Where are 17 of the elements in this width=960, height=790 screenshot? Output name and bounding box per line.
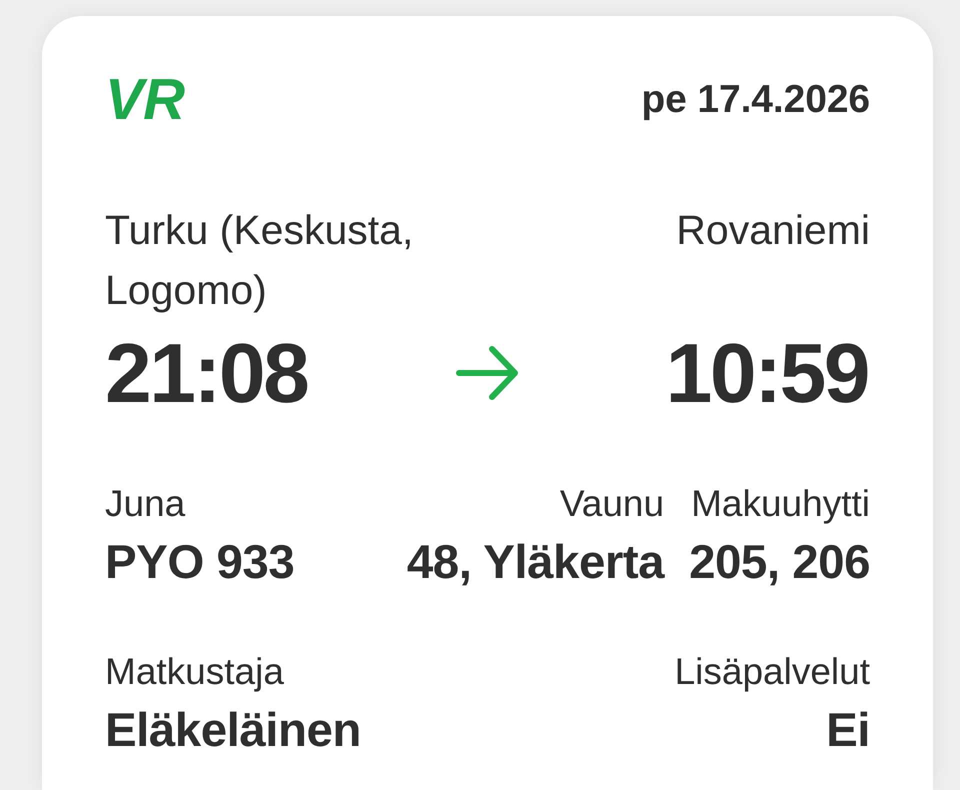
detail-label: Lisäpalvelut (674, 652, 870, 692)
detail-label: Juna (105, 484, 186, 524)
arrival-time: 10:59 (666, 328, 869, 418)
logo: VR (105, 76, 186, 124)
detail-label: Vaunu (560, 484, 664, 524)
detail-value: Eläkeläinen (105, 704, 361, 758)
detail-value: 205, 206 (689, 536, 870, 590)
arrival-station: Rovaniemi (676, 206, 870, 255)
detail-value: PYO 933 (105, 536, 294, 590)
detail-label: Matkustaja (105, 652, 284, 692)
arrow-icon (456, 344, 520, 402)
departure-station: Turku (Keskusta, Logomo) (105, 206, 414, 315)
detail-label: Makuuhytti (691, 484, 870, 524)
travel-date: pe 17.4.2026 (641, 77, 870, 123)
detail-value: Ei (826, 704, 870, 758)
departure-time: 21:08 (105, 328, 308, 418)
detail-value: 48, Yläkerta (406, 536, 664, 590)
